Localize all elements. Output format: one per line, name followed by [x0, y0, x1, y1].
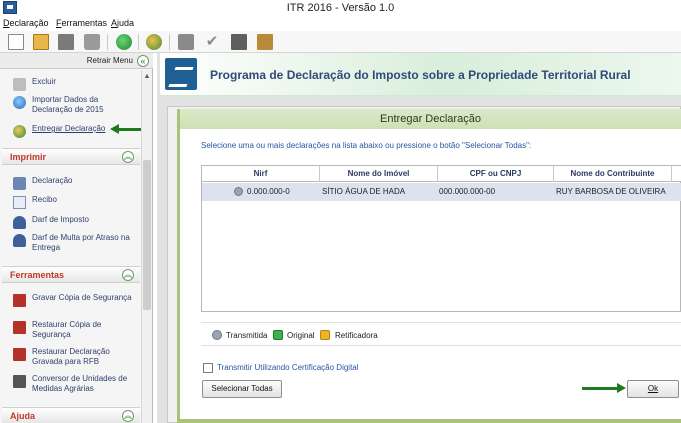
menu-ajuda[interactable]: Ajuda [111, 18, 134, 28]
trash-icon[interactable] [84, 34, 100, 50]
collapse-icon[interactable]: « [137, 55, 149, 67]
sidebar-item-label: Excluir [32, 77, 57, 86]
legend-original: Original [287, 331, 315, 340]
column-header-cpf-cnpj[interactable]: CPF ou CNPJ [438, 166, 554, 182]
check-icon[interactable]: ✔ [204, 34, 220, 50]
scroll-up-icon[interactable]: ▲ [142, 72, 152, 82]
collapse-section-icon[interactable]: ︽ [122, 410, 134, 422]
sidebar-item-label: Importar Dados da Declaração de 2015 [32, 95, 104, 114]
sidebar-item-label: Recibo [32, 195, 57, 204]
sidebar-item-label: Declaração [32, 176, 73, 185]
darf-multa-icon [13, 234, 26, 247]
printer-icon [13, 177, 26, 190]
dialog-header: Entregar Declaração [180, 109, 681, 129]
sidebar-item-label: Conversor de Unidades de Medidas Agrária… [32, 374, 128, 393]
status-legend: Transmitida Original Retificadora [201, 322, 681, 346]
cell-nome-imovel: SÍTIO ÁGUA DE HADA [322, 187, 406, 196]
declarations-table: Nirf Nome do Imóvel CPF ou CNPJ Nome do … [201, 165, 681, 312]
table-header: Nirf Nome do Imóvel CPF ou CNPJ Nome do … [202, 166, 681, 182]
retrair-menu-label: Retrair Menu [86, 56, 133, 65]
sidebar-item-label: Gravar Cópia de Segurança [32, 293, 132, 302]
window-title: ITR 2016 - Versão 1.0 [286, 2, 395, 14]
book-icon[interactable] [257, 34, 273, 50]
send-globe-icon [13, 125, 26, 138]
program-banner: Programa de Declaração do Imposto sobre … [160, 53, 681, 97]
toolbar-separator [138, 34, 139, 50]
green-arrow-annotation [582, 383, 626, 393]
globe-icon[interactable] [146, 34, 162, 50]
sidebar-item-label: Darf de Imposto [32, 215, 89, 224]
cell-cpf-cnpj: 000.000.000-00 [439, 187, 496, 196]
transmitida-status-icon [234, 187, 243, 196]
section-header-imprimir[interactable]: Imprimir ︽ [2, 148, 140, 165]
column-header-contribuinte[interactable]: Nome do Contribuinte [554, 166, 672, 182]
cell-nirf: 0.000.000-0 [247, 187, 290, 196]
sidebar-item-label: Restaurar Cópia de Segurança [32, 320, 102, 339]
print-icon[interactable] [178, 34, 194, 50]
import-globe-icon [13, 96, 26, 109]
column-header-nome-imovel[interactable]: Nome do Imóvel [320, 166, 438, 182]
column-header-nirf[interactable]: Nirf [202, 166, 320, 182]
calculator-icon[interactable] [231, 34, 247, 50]
section-title: Ajuda [10, 411, 36, 421]
original-icon [273, 330, 283, 340]
certificado-label: Transmitir Utilizando Certificação Digit… [217, 363, 359, 372]
cell-contribuinte: RUY BARBOSA DE OLIVEIRA [556, 187, 666, 196]
menu-ferramentas[interactable]: Ferramentas [56, 18, 107, 28]
select-all-button[interactable]: Selecionar Todas [202, 380, 282, 398]
sidebar-scrollbar[interactable]: ▲ [141, 70, 152, 423]
calculator-icon [13, 375, 26, 388]
restore-disk-icon [13, 321, 26, 334]
menu-declaracao[interactable]: Declaração [3, 18, 49, 28]
title-bar: ITR 2016 - Versão 1.0 [0, 0, 681, 17]
new-document-icon[interactable] [8, 34, 24, 50]
sidebar-item-label: Darf de Multa por Atraso na Entrega [32, 233, 130, 252]
section-title: Imprimir [10, 152, 47, 162]
delete-icon [13, 78, 26, 91]
toolbar-separator [107, 34, 108, 50]
table-row[interactable]: 0.000.000-0 SÍTIO ÁGUA DE HADA 000.000.0… [202, 183, 681, 201]
toolbar: ✔ [0, 31, 681, 53]
legend-transmitida: Transmitida [226, 331, 268, 340]
banner-title: Programa de Declaração do Imposto sobre … [210, 68, 631, 82]
folder-icon[interactable] [58, 34, 74, 50]
sidebar: Retrair Menu « Excluir Importar Dados da… [0, 53, 153, 423]
transmitida-icon [212, 330, 222, 340]
scroll-thumb[interactable] [143, 160, 151, 310]
toolbar-separator [169, 34, 170, 50]
section-title: Ferramentas [10, 270, 65, 280]
ok-button[interactable]: Ok [627, 380, 679, 398]
dialog-title: Entregar Declaração [380, 113, 481, 125]
collapse-section-icon[interactable]: ︽ [122, 269, 134, 281]
restore-rfb-icon [13, 348, 26, 361]
receipt-icon [13, 196, 26, 209]
open-folder-icon[interactable] [33, 34, 49, 50]
collapse-section-icon[interactable]: ︽ [122, 151, 134, 163]
save-disk-icon [13, 294, 26, 307]
section-header-ferramentas[interactable]: Ferramentas ︽ [2, 266, 140, 283]
instruction-text: Selecione uma ou mais declarações na lis… [201, 141, 532, 150]
section-header-ajuda[interactable]: Ajuda ︽ [2, 407, 140, 423]
legend-retificadora: Retificadora [335, 331, 378, 340]
certificado-checkbox[interactable] [203, 363, 213, 373]
receita-logo [165, 58, 197, 90]
globe-send-icon[interactable] [116, 34, 132, 50]
retrair-menu-bar[interactable]: Retrair Menu « [0, 53, 153, 69]
retificadora-icon [320, 330, 330, 340]
menu-bar: Declaração Ferramentas Ajuda [0, 17, 681, 31]
sidebar-item-label: Restaurar Declaração Gravada para RFB [32, 347, 110, 366]
darf-icon [13, 216, 26, 229]
